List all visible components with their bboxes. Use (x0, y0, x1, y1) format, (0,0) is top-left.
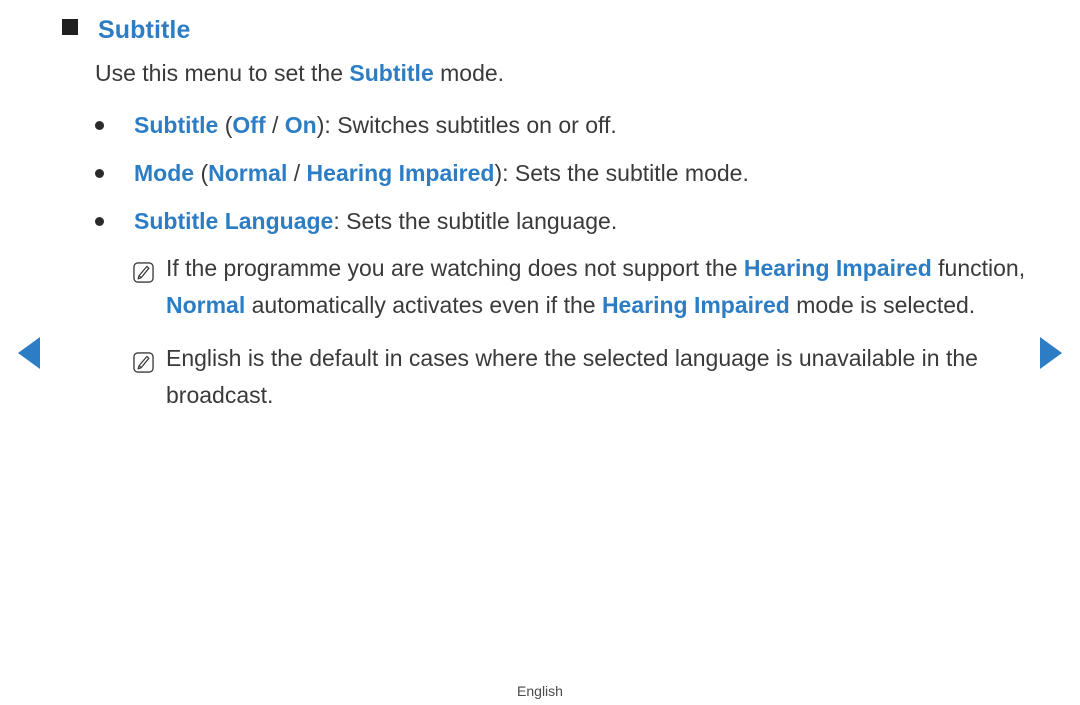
list-item-label-mode: Mode (Normal / Hearing Impaired): Sets t… (134, 156, 1035, 190)
page-heading: Subtitle (62, 16, 190, 45)
bullet-dot-icon (95, 217, 104, 226)
intro-text-after: mode. (433, 60, 505, 86)
prev-page-arrow-icon[interactable] (18, 337, 40, 369)
note-item: English is the default in cases where th… (133, 340, 1033, 414)
note-hearing-impaired-fallback-run-6: mode is selected. (789, 292, 976, 318)
bullet-mode-run-4: Hearing Impaired (306, 160, 495, 186)
next-page-arrow-icon[interactable] (1040, 337, 1062, 369)
list-item: Subtitle Language: Sets the subtitle lan… (95, 204, 1035, 238)
page-title: Subtitle (98, 16, 191, 44)
list-item: Subtitle (Off / On): Switches subtitles … (95, 108, 1035, 142)
note-hearing-impaired-fallback-run-5: Hearing Impaired (601, 292, 790, 318)
bullet-subtitle-run-0: Subtitle (134, 112, 219, 138)
note-item: If the programme you are watching does n… (133, 250, 1033, 324)
bullet-dot-icon (95, 121, 104, 130)
note-hearing-impaired-fallback-run-4: automatically activates even if the (245, 292, 602, 318)
list-item-label-subtitle-language: Subtitle Language: Sets the subtitle lan… (134, 204, 1035, 238)
bullet-mode-run-3: / (287, 160, 307, 186)
bullet-subtitle-run-3: / (265, 112, 285, 138)
note-text-hearing-impaired-fallback: If the programme you are watching does n… (166, 250, 1033, 324)
intro-highlight: Subtitle (349, 60, 434, 86)
bullet-subtitle-run-4: On (284, 112, 317, 138)
bullet-subtitle-run-5: ): Switches subtitles on or off. (316, 112, 617, 138)
bullet-mode-run-2: Normal (208, 160, 288, 186)
note-english-default-run-0: English is the default in cases where th… (166, 345, 978, 408)
list-item-label-subtitle: Subtitle (Off / On): Switches subtitles … (134, 108, 1035, 142)
bullet-dot-icon (95, 169, 104, 178)
bullet-mode-run-5: ): Sets the subtitle mode. (494, 160, 749, 186)
bullet-subtitle-run-2: Off (232, 112, 266, 138)
note-text-english-default: English is the default in cases where th… (166, 340, 1033, 414)
note-hearing-impaired-fallback-run-2: function, (931, 255, 1026, 281)
intro-paragraph: Use this menu to set the Subtitle mode. (95, 60, 504, 87)
note-pencil-icon (133, 257, 154, 283)
note-hearing-impaired-fallback-run-0: If the programme you are watching does n… (166, 255, 744, 281)
note-hearing-impaired-fallback-run-3: Normal (166, 292, 246, 318)
bullet-subtitle-language-run-0: Subtitle Language (134, 208, 334, 234)
settings-list: Subtitle (Off / On): Switches subtitles … (95, 108, 1035, 252)
note-hearing-impaired-fallback-run-1: Hearing Impaired (743, 255, 932, 281)
manual-page: Subtitle Use this menu to set the Subtit… (0, 0, 1080, 705)
bullet-mode-run-0: Mode (134, 160, 195, 186)
note-pencil-icon (133, 347, 154, 373)
bullet-mode-run-1: ( (194, 160, 209, 186)
list-item: Mode (Normal / Hearing Impaired): Sets t… (95, 156, 1035, 190)
notes-list: If the programme you are watching does n… (133, 250, 1033, 430)
intro-text-before: Use this menu to set the (95, 60, 350, 86)
bullet-subtitle-language-run-1: : Sets the subtitle language. (333, 208, 618, 234)
footer-language-label: English (517, 683, 563, 699)
square-marker-icon (62, 19, 78, 35)
bullet-subtitle-run-1: ( (218, 112, 233, 138)
